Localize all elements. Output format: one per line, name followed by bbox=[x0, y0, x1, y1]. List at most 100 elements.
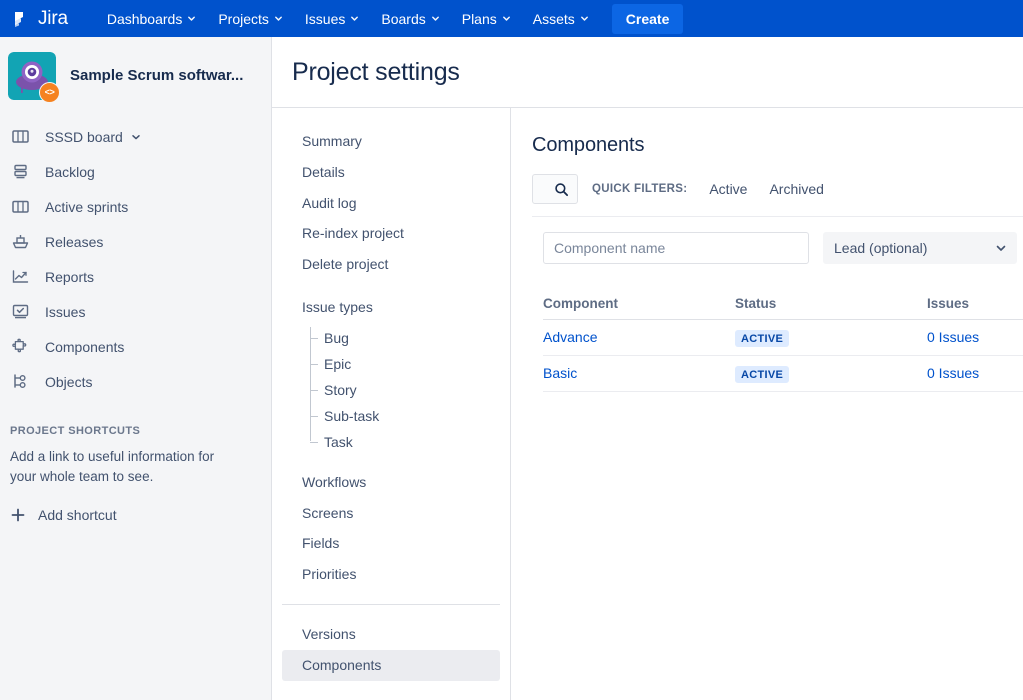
tree-branch-icon bbox=[310, 389, 318, 391]
nav-item-dashboards[interactable]: Dashboards bbox=[96, 0, 208, 37]
components-table: Component Status Issues Advance ACTIVE 0… bbox=[543, 287, 1023, 392]
column-header-issues: Issues bbox=[927, 295, 970, 311]
project-header[interactable]: <> Sample Scrum softwar... bbox=[0, 37, 271, 116]
search-button[interactable] bbox=[532, 174, 578, 204]
issue-type-task[interactable]: Task bbox=[310, 429, 510, 455]
status-badge: ACTIVE bbox=[735, 329, 790, 347]
add-shortcut-label: Add shortcut bbox=[38, 507, 117, 524]
nav-item-projects[interactable]: Projects bbox=[207, 0, 294, 37]
issue-type-bug[interactable]: Bug bbox=[310, 325, 510, 351]
cell-issues: 0 Issues bbox=[927, 329, 1023, 347]
issues-link[interactable]: 0 Issues bbox=[927, 329, 979, 345]
quick-filters-label: QUICK FILTERS: bbox=[592, 183, 688, 195]
quick-filters-row: QUICK FILTERS: Active Archived bbox=[532, 174, 1023, 216]
sidebar-item-active-sprints[interactable]: Active sprints bbox=[0, 189, 271, 224]
project-shortcuts-description: Add a link to useful information for you… bbox=[10, 449, 215, 484]
settings-nav-divider bbox=[282, 603, 500, 605]
settings-nav-versions[interactable]: Versions bbox=[282, 619, 500, 650]
backlog-icon bbox=[10, 161, 31, 182]
tree-branch-icon bbox=[310, 363, 318, 365]
quick-filter-archived[interactable]: Archived bbox=[769, 181, 823, 197]
components-heading: Components bbox=[532, 134, 645, 156]
sidebar-item-releases[interactable]: Releases bbox=[0, 224, 271, 259]
jira-wordmark: Jira bbox=[38, 8, 68, 29]
sidebar-item-sssd-board[interactable]: SSSD board bbox=[0, 119, 271, 154]
sidebar-item-label: Objects bbox=[45, 373, 93, 390]
sidebar-item-label: Reports bbox=[45, 268, 95, 285]
create-button[interactable]: Create bbox=[611, 3, 684, 34]
top-nav-menu: Dashboards Projects Issues Boards Plans bbox=[96, 0, 684, 37]
lead-select[interactable]: Lead (optional) bbox=[823, 232, 1017, 264]
releases-icon bbox=[10, 231, 31, 252]
cell-status: ACTIVE bbox=[735, 365, 927, 383]
sidebar-item-label: Releases bbox=[45, 233, 104, 250]
settings-nav-workflows[interactable]: Workflows bbox=[282, 467, 500, 498]
tree-branch-icon bbox=[310, 441, 318, 443]
settings-nav-issue-types[interactable]: Issue types bbox=[282, 292, 500, 323]
sidebar-item-backlog[interactable]: Backlog bbox=[0, 154, 271, 189]
project-avatar: <> bbox=[8, 52, 60, 103]
table-row: Advance ACTIVE 0 Issues bbox=[543, 320, 1023, 356]
project-sidebar: <> Sample Scrum softwar... SSSD board Ba… bbox=[0, 37, 272, 700]
nav-item-label: Dashboards bbox=[106, 10, 183, 27]
page-title: Project settings bbox=[292, 57, 460, 86]
component-name-input[interactable] bbox=[543, 232, 809, 264]
table-header-row: Component Status Issues bbox=[543, 287, 1023, 320]
sidebar-item-label: Active sprints bbox=[45, 198, 129, 215]
settings-nav-screens[interactable]: Screens bbox=[282, 498, 500, 529]
tree-branch-icon bbox=[310, 415, 318, 417]
settings-nav-components[interactable]: Components bbox=[282, 649, 500, 681]
chevron-down-icon bbox=[580, 14, 589, 23]
component-link[interactable]: Advance bbox=[543, 329, 597, 345]
project-name: Sample Scrum softwar... bbox=[70, 67, 244, 84]
nav-item-label: Projects bbox=[218, 10, 269, 27]
nav-item-plans[interactable]: Plans bbox=[451, 0, 522, 37]
issues-link[interactable]: 0 Issues bbox=[927, 365, 979, 381]
issue-type-sub-task[interactable]: Sub-task bbox=[310, 403, 510, 429]
nav-item-assets[interactable]: Assets bbox=[522, 0, 600, 37]
chevron-down-icon bbox=[431, 14, 440, 23]
tree-branch-icon bbox=[310, 337, 318, 339]
issue-type-label: Sub-task bbox=[324, 407, 380, 424]
component-link[interactable]: Basic bbox=[543, 365, 577, 381]
settings-nav-priorities[interactable]: Priorities bbox=[282, 559, 500, 590]
issue-type-label: Task bbox=[324, 433, 353, 450]
add-shortcut-button[interactable]: Add shortcut bbox=[10, 500, 257, 530]
sidebar-item-objects[interactable]: Objects bbox=[0, 364, 271, 399]
sidebar-item-label: Issues bbox=[45, 303, 86, 320]
settings-nav-delete-project[interactable]: Delete project bbox=[282, 249, 500, 280]
table-row: Basic ACTIVE 0 Issues bbox=[543, 356, 1023, 392]
jira-home-link[interactable]: Jira bbox=[0, 0, 78, 37]
sidebar-item-components[interactable]: Components bbox=[0, 329, 271, 364]
issue-type-epic[interactable]: Epic bbox=[310, 351, 510, 377]
software-project-badge-icon: <> bbox=[39, 82, 60, 103]
settings-nav-group-2: Workflows Screens Fields Priorities bbox=[272, 467, 510, 590]
nav-item-label: Assets bbox=[532, 10, 575, 27]
chevron-down-icon bbox=[274, 14, 283, 23]
sidebar-item-label: Components bbox=[45, 338, 125, 355]
settings-nav-details[interactable]: Details bbox=[282, 157, 500, 188]
settings-nav-fields[interactable]: Fields bbox=[282, 528, 500, 559]
settings-nav-summary[interactable]: Summary bbox=[282, 126, 500, 157]
page-title-bar: Project settings bbox=[272, 37, 1023, 108]
nav-item-label: Issues bbox=[304, 10, 346, 27]
chevron-down-icon bbox=[350, 14, 359, 23]
settings-navigation: Summary Details Audit log Re-index proje… bbox=[272, 108, 511, 700]
top-navigation-bar: Jira Dashboards Projects Issues Boards P… bbox=[0, 0, 1023, 37]
settings-nav-re-index-project[interactable]: Re-index project bbox=[282, 218, 500, 249]
settings-nav-audit-log[interactable]: Audit log bbox=[282, 188, 500, 219]
sidebar-item-issues[interactable]: Issues bbox=[0, 294, 271, 329]
sidebar-item-reports[interactable]: Reports bbox=[0, 259, 271, 294]
cell-issues: 0 Issues bbox=[927, 365, 1023, 383]
nav-item-boards[interactable]: Boards bbox=[370, 0, 450, 37]
nav-item-label: Boards bbox=[381, 10, 426, 27]
nav-item-label: Plans bbox=[461, 10, 497, 27]
issue-type-story[interactable]: Story bbox=[310, 377, 510, 403]
search-icon bbox=[554, 182, 569, 197]
nav-item-issues[interactable]: Issues bbox=[294, 0, 370, 37]
chevron-down-icon[interactable] bbox=[132, 129, 141, 145]
sprints-icon bbox=[10, 196, 31, 217]
quick-filter-active[interactable]: Active bbox=[709, 181, 747, 197]
sidebar-item-label: Backlog bbox=[45, 163, 95, 180]
project-shortcuts-section: PROJECT SHORTCUTS Add a link to useful i… bbox=[0, 399, 271, 530]
